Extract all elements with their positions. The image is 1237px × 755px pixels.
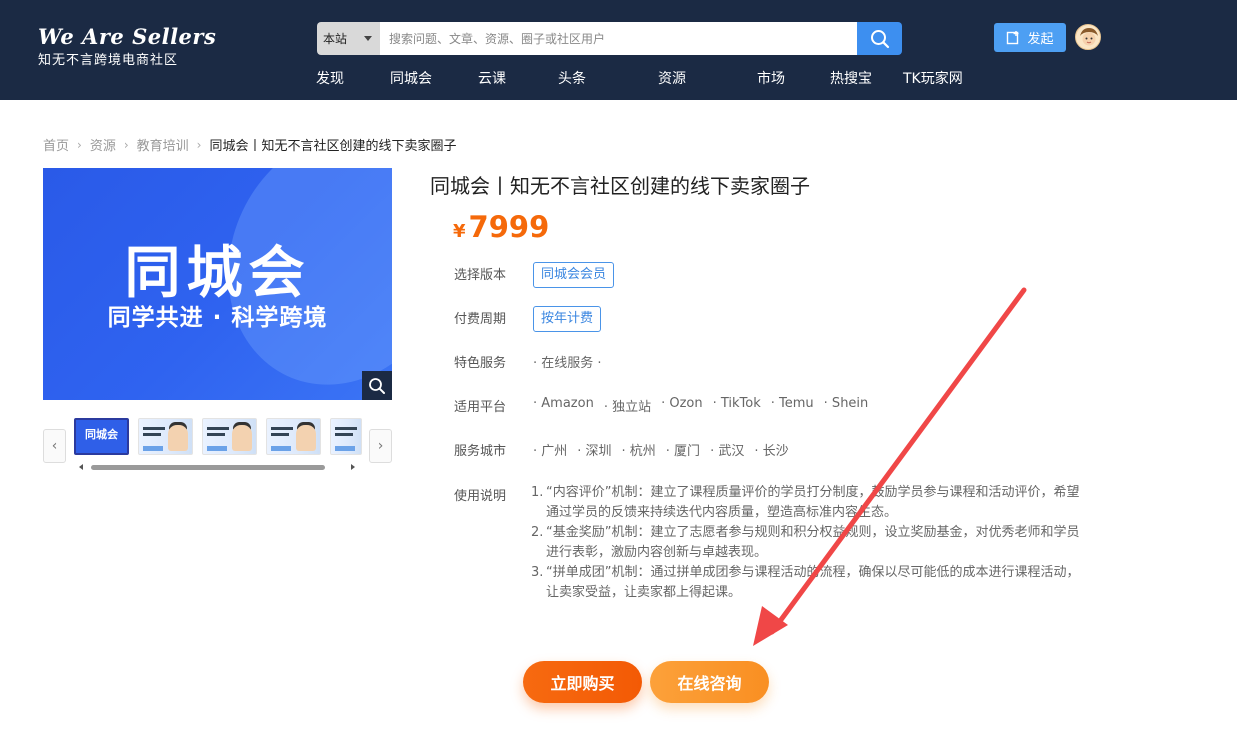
nav-item-hot-search[interactable]: 热搜宝 <box>830 68 872 88</box>
logo-brand: We Are Sellers <box>38 24 217 49</box>
nav-item-tk-players[interactable]: TK玩家网 <box>903 68 963 88</box>
city-item: · 广州 <box>533 444 568 459</box>
user-avatar-icon <box>1076 25 1100 49</box>
nav-item-resources[interactable]: 资源 <box>658 68 686 88</box>
thumbnail-title: 同城会 <box>85 428 118 441</box>
chevron-right-icon: › <box>123 137 129 152</box>
city-item: · 长沙 <box>754 444 789 459</box>
search-scope-label: 本站 <box>323 32 348 46</box>
period-option-tag: 按年计费 <box>533 306 602 332</box>
search-input[interactable] <box>380 22 857 55</box>
notes-label: 使用说明 <box>454 489 507 504</box>
city-list: · 广州 · 深圳 · 杭州 · 厦门 · 武汉 · 长沙 <box>533 440 799 459</box>
search-icon <box>870 29 889 48</box>
notes-row: 使用说明 <box>454 485 534 505</box>
city-row: 服务城市 · 广州 · 深圳 · 杭州 · 厦门 · 武汉 · 长沙 <box>454 440 954 460</box>
product-image-title: 同城会 <box>124 240 311 306</box>
product-main-image: 同城会 同学共进 · 科学跨境 <box>43 168 392 400</box>
avatar[interactable] <box>1075 24 1101 50</box>
period-option[interactable]: 按年计费 <box>533 306 602 332</box>
city-item: · 武汉 <box>710 444 745 459</box>
thumbnail-3[interactable] <box>202 418 257 455</box>
city-item: · 深圳 <box>577 444 612 459</box>
compose-icon <box>1007 31 1019 45</box>
thumbnail-next-button[interactable]: › <box>369 429 392 463</box>
post-button-label: 发起 <box>1027 32 1054 47</box>
search-button[interactable] <box>857 22 902 55</box>
thumbnail-gallery: ‹ 同城会 › <box>43 418 392 476</box>
zoom-icon <box>369 377 385 394</box>
platform-item: · Temu <box>770 396 814 411</box>
breadcrumb-education[interactable]: 教育培训 <box>137 135 189 154</box>
breadcrumb-resources[interactable]: 资源 <box>90 135 116 154</box>
breadcrumb: 首页 › 资源 › 教育培训 › 同城会丨知无不言社区创建的线下卖家圈子 <box>43 135 457 155</box>
product-title: 同城会丨知无不言社区创建的线下卖家圈子 <box>430 174 810 198</box>
thumbnail-4[interactable] <box>266 418 321 455</box>
thumbnail-1[interactable]: 同城会 <box>74 418 129 455</box>
chevron-right-icon: › <box>77 137 82 152</box>
thumbnail-scrollbar[interactable] <box>79 464 355 470</box>
thumbnail-prev-button[interactable]: ‹ <box>43 429 66 463</box>
logo-tagline: 知无不言跨境电商社区 <box>38 53 179 68</box>
period-label: 付费周期 <box>454 312 507 327</box>
city-label: 服务城市 <box>454 444 507 459</box>
note-text: “基金奖励”机制：建立了志愿者参与规则和积分权益规则，设立奖励基金，对优秀老师和… <box>546 525 1080 560</box>
city-item: · 厦门 <box>665 444 701 459</box>
list-item: 3. “拼单成团”机制：通过拼单成团参与课程活动的流程，确保以尽可能低的成本进行… <box>531 563 1081 603</box>
scroll-right-icon[interactable] <box>351 464 355 470</box>
breadcrumb-current: 同城会丨知无不言社区创建的线下卖家圈子 <box>209 139 457 154</box>
nav-item-discover[interactable]: 发现 <box>316 68 344 88</box>
search-scope-select[interactable]: 本站 <box>317 22 380 55</box>
service-row: 特色服务 · 在线服务 · <box>454 352 754 372</box>
currency-symbol: ¥ <box>453 221 466 242</box>
note-number: 3. <box>531 565 544 580</box>
breadcrumb-home[interactable]: 首页 <box>43 135 69 154</box>
search-bar: 本站 <box>317 22 902 55</box>
buy-now-button[interactable]: 立即购买 <box>523 661 642 703</box>
version-row: 选择版本 同城会会员 <box>454 262 754 292</box>
platform-row: 适用平台 · Amazon · 独立站 · Ozon · TikTok · Te… <box>454 396 954 416</box>
period-row: 付费周期 按年计费 <box>454 306 754 336</box>
platform-label: 适用平台 <box>454 400 507 415</box>
price-value: 7999 <box>468 210 550 244</box>
product-image-subtitle: 同学共进 · 科学跨境 <box>107 305 328 331</box>
version-option[interactable]: 同城会会员 <box>533 262 615 288</box>
thumbnail-5[interactable] <box>330 418 362 455</box>
list-item: 1. “内容评价”机制：建立了课程质量评价的学员打分制度，鼓励学员参与课程和活动… <box>531 483 1081 523</box>
service-value: · 在线服务 · <box>533 356 602 371</box>
nav-item-headlines[interactable]: 头条 <box>558 68 586 88</box>
nav-item-city-club[interactable]: 同城会 <box>390 68 432 88</box>
post-button[interactable]: 发起 <box>994 23 1066 52</box>
platform-item: · Shein <box>823 396 869 411</box>
site-logo[interactable]: We Are Sellers 知无不言跨境电商社区 <box>38 24 216 70</box>
note-number: 1. <box>531 485 544 500</box>
version-label: 选择版本 <box>454 268 507 283</box>
scrollbar-thumb[interactable] <box>91 465 325 470</box>
note-number: 2. <box>531 525 544 540</box>
nav-item-cloud-course[interactable]: 云课 <box>478 68 506 88</box>
city-item: · 杭州 <box>621 444 656 459</box>
scroll-left-icon[interactable] <box>79 464 83 470</box>
chevron-right-icon: › <box>377 438 384 454</box>
service-label: 特色服务 <box>454 356 507 371</box>
top-header: We Are Sellers 知无不言跨境电商社区 本站 发现 同城会 云课 头… <box>0 0 1237 100</box>
platform-item: · TikTok <box>712 396 761 411</box>
zoom-button[interactable] <box>362 371 392 400</box>
chevron-down-icon <box>364 36 372 41</box>
chevron-right-icon: › <box>196 137 202 152</box>
usage-notes: 1. “内容评价”机制：建立了课程质量评价的学员打分制度，鼓励学员参与课程和活动… <box>531 483 1081 603</box>
platform-item: · Amazon <box>533 396 594 411</box>
platform-item: · 独立站 <box>603 400 652 415</box>
online-consult-button[interactable]: 在线咨询 <box>650 661 769 703</box>
product-price: ¥7999 <box>453 210 549 244</box>
list-item: 2. “基金奖励”机制：建立了志愿者参与规则和积分权益规则，设立奖励基金，对优秀… <box>531 523 1081 563</box>
platform-list: · Amazon · 独立站 · Ozon · TikTok · Temu · … <box>533 396 878 415</box>
version-option-tag: 同城会会员 <box>533 262 615 288</box>
nav-item-market[interactable]: 市场 <box>757 68 785 88</box>
thumbnail-2[interactable] <box>138 418 193 455</box>
platform-item: · Ozon <box>661 396 703 411</box>
note-text: “拼单成团”机制：通过拼单成团参与课程活动的流程，确保以尽可能低的成本进行课程活… <box>546 565 1080 600</box>
chevron-left-icon: ‹ <box>51 438 58 454</box>
note-text: “内容评价”机制：建立了课程质量评价的学员打分制度，鼓励学员参与课程和活动评价，… <box>546 485 1080 520</box>
